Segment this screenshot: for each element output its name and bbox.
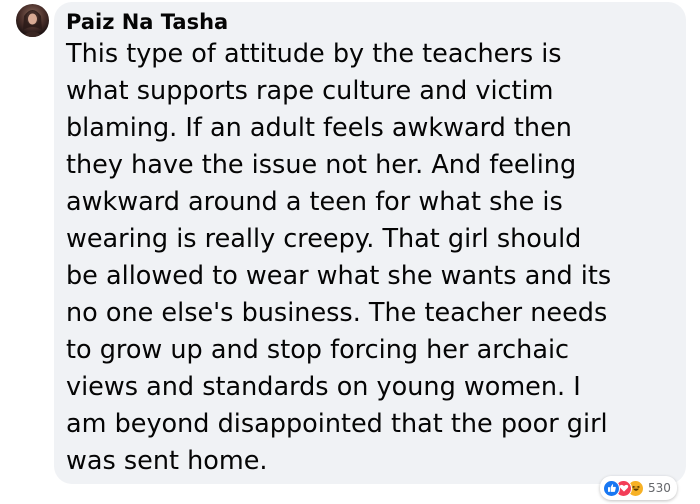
- comment-author-name[interactable]: Paiz Na Tasha: [66, 8, 674, 36]
- like-icon: [603, 479, 620, 497]
- comment-body: This type of attitude by the teachers is…: [66, 39, 612, 476]
- comment-bubble: Paiz Na Tasha This type of attitude by t…: [54, 2, 686, 484]
- reaction-count: 530: [648, 481, 671, 495]
- reaction-summary[interactable]: 530: [600, 476, 677, 500]
- avatar-image: [22, 10, 43, 37]
- author-avatar[interactable]: [16, 4, 49, 37]
